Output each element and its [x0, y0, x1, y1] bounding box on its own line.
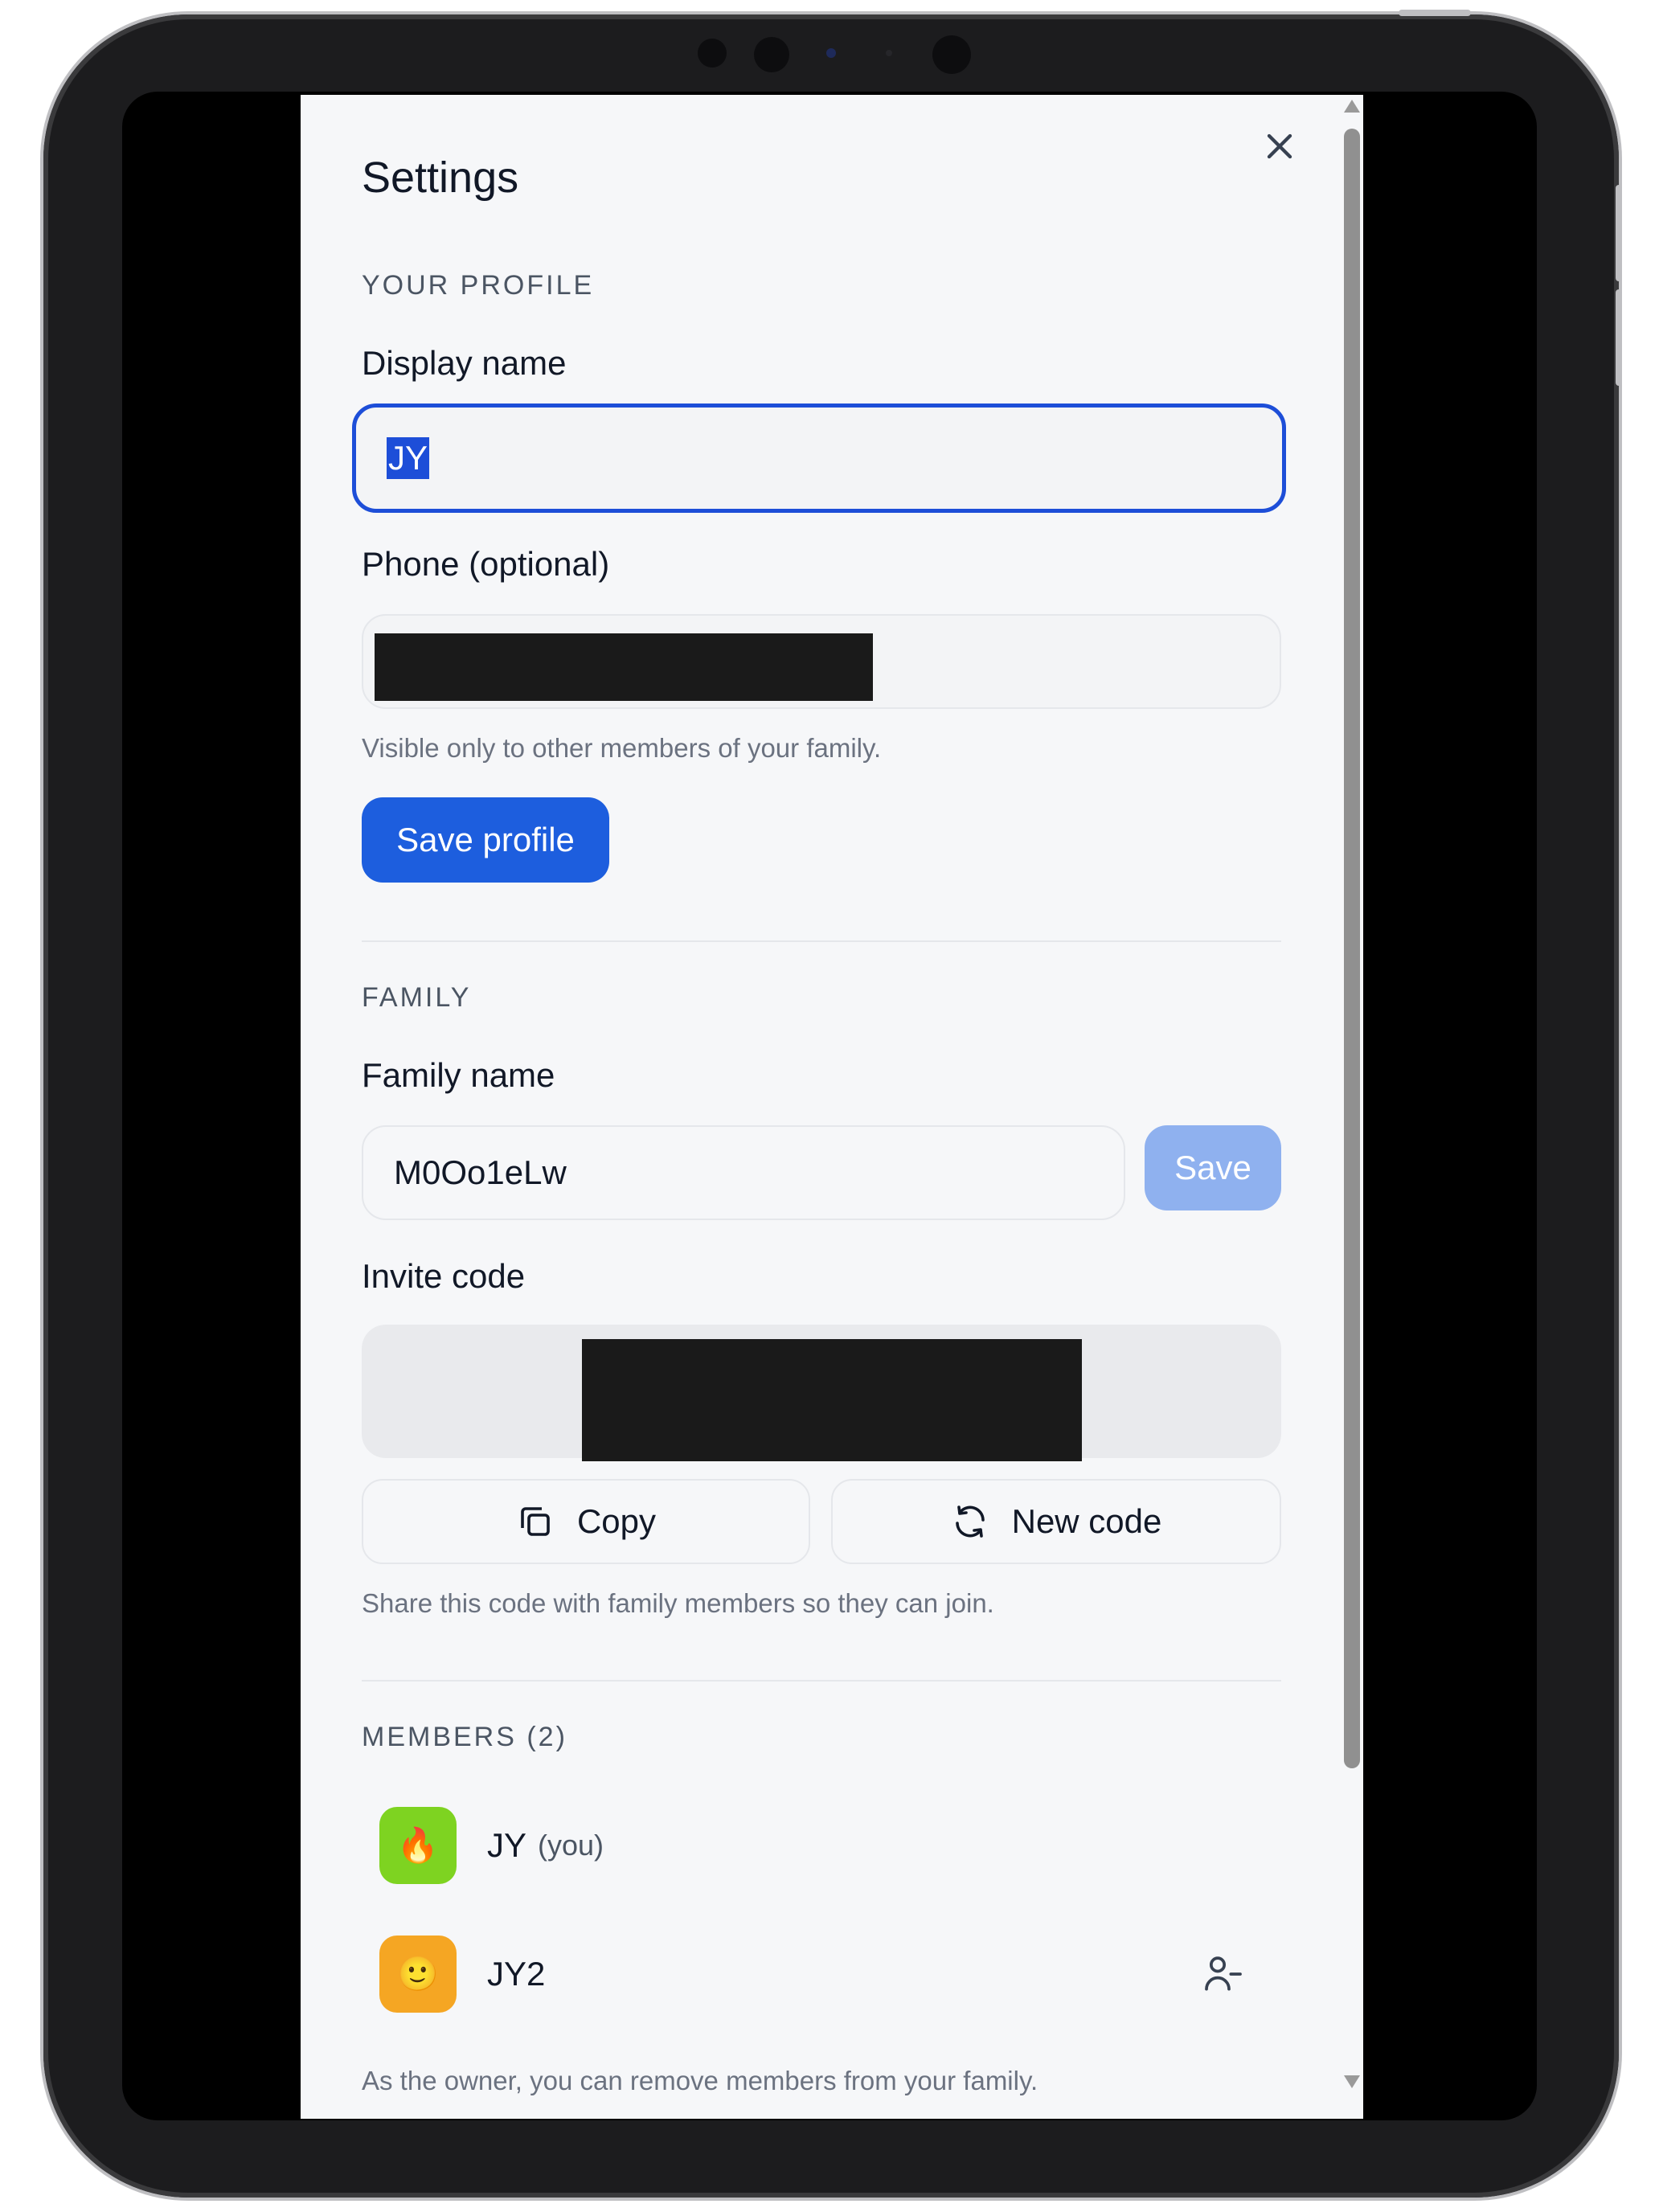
member-name: JY	[487, 1826, 527, 1864]
member-avatar-emoji: 🙂	[396, 1954, 440, 1993]
display-name-input[interactable]: JY	[352, 403, 1286, 513]
volume-down-button	[1616, 289, 1622, 386]
front-sensor-dot	[886, 50, 892, 56]
section-label-family: FAMILY	[362, 982, 472, 1013]
power-button	[1399, 10, 1471, 16]
page-title: Settings	[362, 154, 519, 202]
family-name-input[interactable]: M0Oo1eLw	[362, 1125, 1125, 1220]
phone-label: Phone (optional)	[362, 545, 610, 583]
member-name: JY2	[487, 1955, 546, 1993]
save-profile-button[interactable]: Save profile	[362, 797, 609, 883]
member-row: 🙂 JY2	[379, 1936, 545, 2013]
new-code-button[interactable]: New code	[831, 1479, 1281, 1564]
volume-up-button	[1616, 185, 1622, 281]
section-label-members: MEMBERS (2)	[362, 1722, 567, 1752]
scroll-down-arrow-icon[interactable]	[1344, 2075, 1360, 2088]
front-sensor	[932, 35, 971, 74]
front-sensor	[698, 39, 727, 68]
member-avatar-emoji: 🔥	[396, 1825, 440, 1864]
remove-member-button[interactable]	[1201, 1952, 1246, 1997]
phone-redacted	[375, 633, 873, 701]
close-button[interactable]	[1259, 125, 1301, 167]
owner-helper-text: As the owner, you can remove members fro…	[362, 2066, 1038, 2095]
avatar: 🙂	[379, 1936, 457, 2013]
divider	[362, 940, 1281, 942]
copy-icon	[521, 1507, 550, 1536]
scrollbar-thumb[interactable]	[1344, 129, 1360, 1768]
copy-button[interactable]: Copy	[362, 1479, 810, 1564]
member-you-tag: (you)	[538, 1829, 604, 1862]
invite-code-label: Invite code	[362, 1257, 526, 1295]
front-sensor-dot	[826, 48, 836, 58]
refresh-icon	[955, 1505, 985, 1538]
avatar: 🔥	[379, 1807, 457, 1884]
divider	[362, 1680, 1281, 1682]
display-name-value: JY	[387, 437, 430, 479]
member-row: 🔥 JY (you)	[379, 1807, 604, 1884]
invite-code-redacted	[582, 1339, 1082, 1461]
new-code-label: New code	[1011, 1502, 1162, 1540]
invite-helper-text: Share this code with family members so t…	[362, 1588, 994, 1618]
phone-helper-text: Visible only to other members of your fa…	[362, 733, 882, 763]
family-name-label: Family name	[362, 1056, 555, 1094]
scroll-up-arrow-icon[interactable]	[1344, 100, 1360, 113]
save-family-button[interactable]: Save	[1145, 1125, 1281, 1210]
section-label-profile: YOUR PROFILE	[362, 270, 595, 301]
family-name-value: M0Oo1eLw	[394, 1153, 567, 1191]
user-minus-icon	[1205, 1956, 1242, 1991]
copy-label: Copy	[576, 1502, 657, 1540]
display-name-label: Display name	[362, 344, 567, 382]
close-icon	[1267, 133, 1292, 159]
front-camera	[754, 37, 789, 72]
